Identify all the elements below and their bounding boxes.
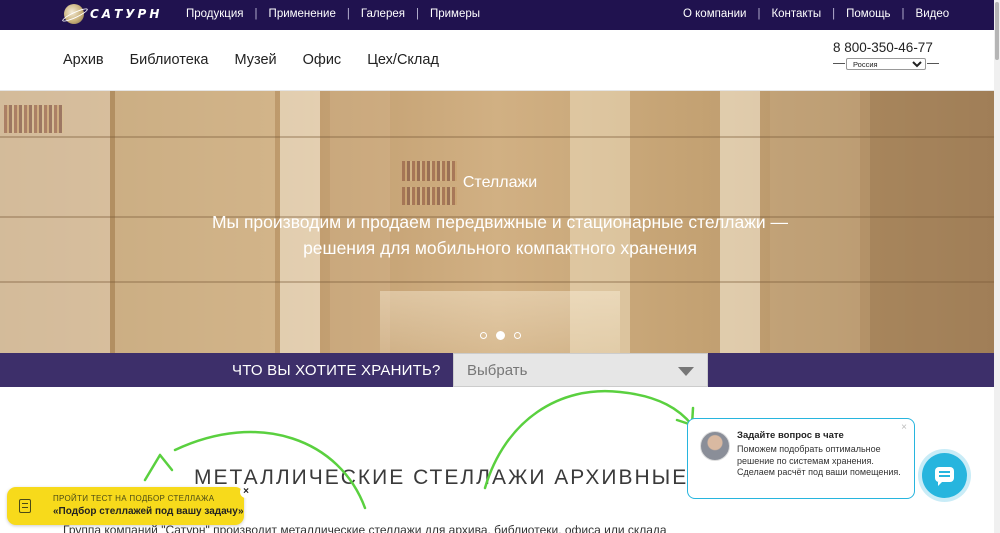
page: САТУРН Продукция | Применение | Галерея | П… — [0, 0, 1000, 533]
quiz-close-button[interactable]: × — [240, 486, 252, 498]
chat-body: Поможем подобрать оптимальное решение по… — [737, 444, 901, 477]
consultant-avatar — [700, 431, 730, 461]
chat-title: Задайте вопрос в чате — [737, 430, 844, 441]
chat-bubble-icon — [935, 467, 954, 486]
arrow-head-left — [143, 453, 174, 482]
green-arrow-right — [483, 389, 694, 490]
chat-popup[interactable]: Задайте вопрос в чате Поможем подобрать … — [687, 418, 915, 499]
page-scrollbar[interactable] — [994, 0, 1000, 533]
chat-launcher-button[interactable] — [922, 453, 967, 498]
checklist-icon — [19, 499, 31, 513]
scrollbar-thumb[interactable] — [995, 2, 999, 60]
quiz-caption: ПРОЙТИ ТЕСТ НА ПОДБОР СТЕЛЛАЖА — [53, 494, 215, 503]
quiz-badge[interactable]: ПРОЙТИ ТЕСТ НА ПОДБОР СТЕЛЛАЖА «Подбор с… — [7, 486, 252, 525]
chat-close-button[interactable]: × — [901, 422, 907, 433]
quiz-title: «Подбор стеллажей под вашу задачу» — [53, 506, 244, 517]
